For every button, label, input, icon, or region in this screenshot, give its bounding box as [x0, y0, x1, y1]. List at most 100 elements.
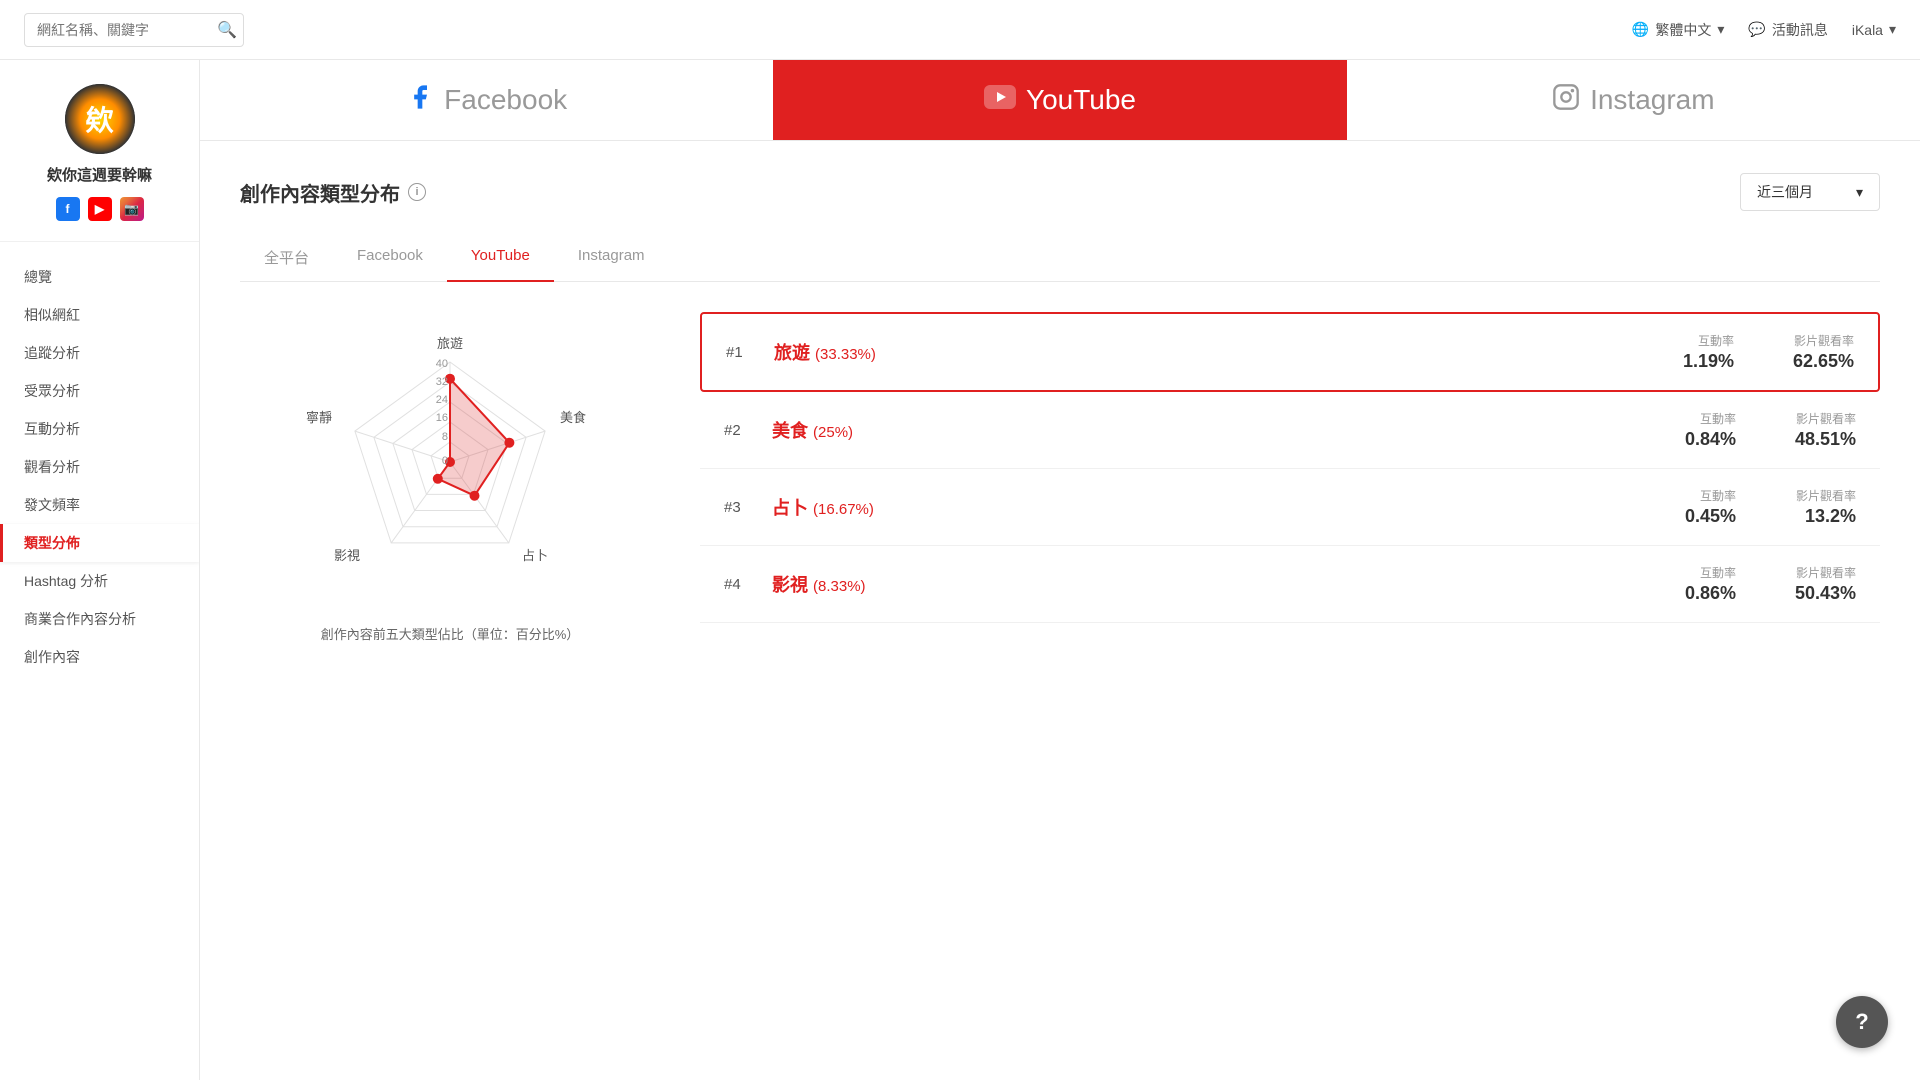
- header: 🔍 🌐 繁體中文 ▾ 💬 活動訊息 iKala ▾: [0, 0, 1920, 60]
- notice-label: 活動訊息: [1772, 20, 1828, 40]
- interaction-label-4: 互動率: [1700, 564, 1736, 581]
- sidebar-item-view[interactable]: 觀看分析: [0, 448, 199, 486]
- interaction-label-1: 互動率: [1698, 332, 1734, 349]
- svg-text:寧靜: 寧靜: [306, 410, 332, 425]
- subtab-instagram[interactable]: Instagram: [554, 235, 669, 282]
- svg-text:0: 0: [442, 455, 448, 467]
- message-icon: 💬: [1748, 21, 1765, 38]
- interaction-value-1: 1.19%: [1683, 351, 1734, 372]
- language-label: 繁體中文: [1655, 20, 1711, 40]
- tab-facebook[interactable]: Facebook: [200, 60, 773, 140]
- instagram-tab-label: Instagram: [1590, 84, 1715, 116]
- interaction-value-3: 0.45%: [1685, 506, 1736, 527]
- main-content: Facebook YouTube Instagram 創作內容類型分布 i: [200, 60, 1920, 1080]
- social-icons: f ▶ 📷: [56, 197, 144, 221]
- radar-container: 40 32 24 16 8 0 旅遊 美食 占卜 影視 寧靜 創作內容前五大類型…: [240, 312, 660, 643]
- svg-text:32: 32: [436, 376, 448, 388]
- rank-interaction-3: 互動率 0.45%: [1636, 487, 1736, 527]
- rank-item-1: #1 旅遊 (33.33%) 互動率 1.19% 影片觀看率 62.65%: [700, 312, 1880, 392]
- avatar-image: 欸: [65, 84, 135, 154]
- globe-icon: 🌐: [1632, 21, 1649, 38]
- section-header: 創作內容類型分布 i 近三個月 ▾: [240, 173, 1880, 211]
- sidebar-item-collab[interactable]: 商業合作內容分析: [0, 600, 199, 638]
- sidebar-item-overview[interactable]: 總覽: [0, 258, 199, 296]
- viewrate-value-1: 62.65%: [1793, 351, 1854, 372]
- rank-item-4: #4 影視 (8.33%) 互動率 0.86% 影片觀看率 50.43%: [700, 546, 1880, 623]
- rank-viewrate-2: 影片觀看率 48.51%: [1756, 410, 1856, 450]
- content-area: 創作內容類型分布 i 近三個月 ▾ 全平台 Facebook YouTube I…: [200, 141, 1920, 675]
- interaction-value-4: 0.86%: [1685, 583, 1736, 604]
- sidebar-item-category[interactable]: 類型分佈: [0, 524, 199, 562]
- sidebar: 欸 欸你這週要幹嘛 f ▶ 📷 總覽 相似網紅 追蹤分析 受眾分析 互動分析 觀…: [0, 60, 200, 1080]
- header-right: 🌐 繁體中文 ▾ 💬 活動訊息 iKala ▾: [1632, 20, 1896, 40]
- subtab-facebook[interactable]: Facebook: [333, 235, 447, 282]
- language-button[interactable]: 🌐 繁體中文 ▾: [1632, 20, 1724, 40]
- profile-name: 欸你這週要幹嘛: [47, 164, 152, 185]
- youtube-tab-icon: [984, 84, 1016, 116]
- svg-text:旅遊: 旅遊: [437, 336, 463, 351]
- chevron-down-icon: ▾: [1717, 21, 1724, 38]
- nav-section: 總覽 相似網紅 追蹤分析 受眾分析 互動分析 觀看分析 發文頻率 類型分佈 Ha…: [0, 242, 199, 692]
- info-icon[interactable]: i: [408, 183, 426, 201]
- svg-text:影視: 影視: [334, 548, 360, 563]
- interaction-label-3: 互動率: [1700, 487, 1736, 504]
- tab-instagram[interactable]: Instagram: [1347, 60, 1920, 140]
- rank-number-2: #2: [724, 422, 752, 439]
- user-menu-button[interactable]: iKala ▾: [1852, 21, 1896, 38]
- tab-youtube[interactable]: YouTube: [773, 60, 1346, 140]
- search-icon: 🔍: [217, 20, 237, 40]
- platform-tabs: Facebook YouTube Instagram: [200, 60, 1920, 141]
- sidebar-item-hashtag[interactable]: Hashtag 分析: [0, 562, 199, 600]
- rank-name-1: 旅遊 (33.33%): [774, 339, 1614, 365]
- user-label: iKala: [1852, 22, 1883, 38]
- header-left: 🔍: [24, 13, 244, 47]
- rank-item-3: #3 占卜 (16.67%) 互動率 0.45% 影片觀看率 13.2%: [700, 469, 1880, 546]
- notice-button[interactable]: 💬 活動訊息: [1748, 20, 1827, 40]
- section-title-text: 創作內容類型分布: [240, 178, 400, 207]
- search-input[interactable]: [37, 22, 217, 38]
- sidebar-item-audience[interactable]: 受眾分析: [0, 372, 199, 410]
- rank-interaction-1: 互動率 1.19%: [1634, 332, 1734, 372]
- sidebar-item-interaction[interactable]: 互動分析: [0, 410, 199, 448]
- subtab-youtube[interactable]: YouTube: [447, 235, 554, 282]
- profile-section: 欸 欸你這週要幹嘛 f ▶ 📷: [0, 84, 199, 242]
- rank-pct-2: (25%): [813, 424, 853, 441]
- rank-interaction-4: 互動率 0.86%: [1636, 564, 1736, 604]
- svg-text:40: 40: [436, 358, 448, 370]
- youtube-tab-label: YouTube: [1026, 84, 1136, 116]
- svg-text:16: 16: [436, 412, 448, 424]
- facebook-social-icon[interactable]: f: [56, 197, 80, 221]
- chart-ranking-container: 40 32 24 16 8 0 旅遊 美食 占卜 影視 寧靜 創作內容前五大類型…: [240, 312, 1880, 643]
- rank-pct-4: (8.33%): [813, 578, 866, 595]
- rank-pct-3: (16.67%): [813, 501, 874, 518]
- instagram-social-icon[interactable]: 📷: [120, 197, 144, 221]
- viewrate-label-4: 影片觀看率: [1796, 564, 1856, 581]
- section-title: 創作內容類型分布 i: [240, 178, 426, 207]
- facebook-tab-icon: [406, 83, 434, 118]
- facebook-tab-label: Facebook: [444, 84, 567, 116]
- radar-chart: 40 32 24 16 8 0 旅遊 美食 占卜 影視 寧靜: [260, 312, 640, 612]
- rank-pct-1: (33.33%): [815, 346, 876, 363]
- rank-viewrate-3: 影片觀看率 13.2%: [1756, 487, 1856, 527]
- sidebar-item-frequency[interactable]: 發文頻率: [0, 486, 199, 524]
- sub-tabs: 全平台 Facebook YouTube Instagram: [240, 235, 1880, 282]
- sidebar-item-tracking[interactable]: 追蹤分析: [0, 334, 199, 372]
- sidebar-item-similar[interactable]: 相似網紅: [0, 296, 199, 334]
- avatar: 欸: [65, 84, 135, 154]
- period-label: 近三個月: [1757, 182, 1813, 202]
- period-select[interactable]: 近三個月 ▾: [1740, 173, 1880, 211]
- viewrate-value-3: 13.2%: [1805, 506, 1856, 527]
- sidebar-item-content[interactable]: 創作內容: [0, 638, 199, 676]
- search-box[interactable]: 🔍: [24, 13, 244, 47]
- viewrate-label-2: 影片觀看率: [1796, 410, 1856, 427]
- subtab-all[interactable]: 全平台: [240, 235, 333, 282]
- help-button[interactable]: ?: [1836, 996, 1888, 1048]
- viewrate-value-4: 50.43%: [1795, 583, 1856, 604]
- user-chevron-icon: ▾: [1889, 21, 1896, 38]
- rank-number-3: #3: [724, 499, 752, 516]
- rank-viewrate-4: 影片觀看率 50.43%: [1756, 564, 1856, 604]
- rank-interaction-2: 互動率 0.84%: [1636, 410, 1736, 450]
- rank-item-2: #2 美食 (25%) 互動率 0.84% 影片觀看率 48.51%: [700, 392, 1880, 469]
- youtube-social-icon[interactable]: ▶: [88, 197, 112, 221]
- rankings: #1 旅遊 (33.33%) 互動率 1.19% 影片觀看率 62.65%: [700, 312, 1880, 643]
